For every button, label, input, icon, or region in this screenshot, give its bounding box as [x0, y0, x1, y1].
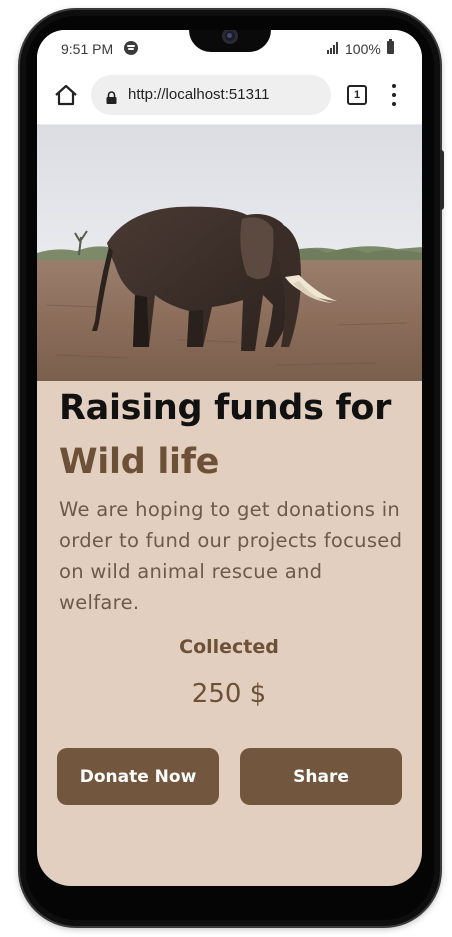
- description-text: We are hoping to get donations in order …: [59, 498, 403, 614]
- elephant-photo: [37, 125, 422, 381]
- spotify-icon: [124, 41, 138, 55]
- url-text: http://localhost:51311: [128, 86, 270, 103]
- page-title-accent: Wild life: [59, 442, 220, 482]
- power-button: [440, 150, 444, 210]
- lock-icon: [106, 89, 117, 104]
- page-title: Raising funds for: [59, 388, 392, 428]
- home-icon[interactable]: [53, 82, 79, 108]
- menu-icon[interactable]: [389, 84, 399, 106]
- status-time: 9:51 PM: [61, 41, 114, 57]
- donate-now-button[interactable]: Donate Now: [57, 748, 219, 805]
- share-button[interactable]: Share: [240, 748, 402, 805]
- battery-percent: 100%: [345, 41, 381, 57]
- phone-screen: 9:51 PM 100% http://localhost:51311 1 Ra…: [37, 30, 422, 886]
- collected-amount: 250 $: [191, 679, 267, 709]
- browser-toolbar: http://localhost:51311 1: [37, 70, 422, 125]
- address-bar[interactable]: http://localhost:51311: [91, 75, 331, 115]
- signal-icon: [327, 42, 341, 54]
- tabs-icon[interactable]: 1: [347, 85, 367, 105]
- hero-image-elephant: [37, 125, 422, 381]
- collected-label: Collected: [179, 636, 279, 658]
- battery-icon: [387, 39, 394, 54]
